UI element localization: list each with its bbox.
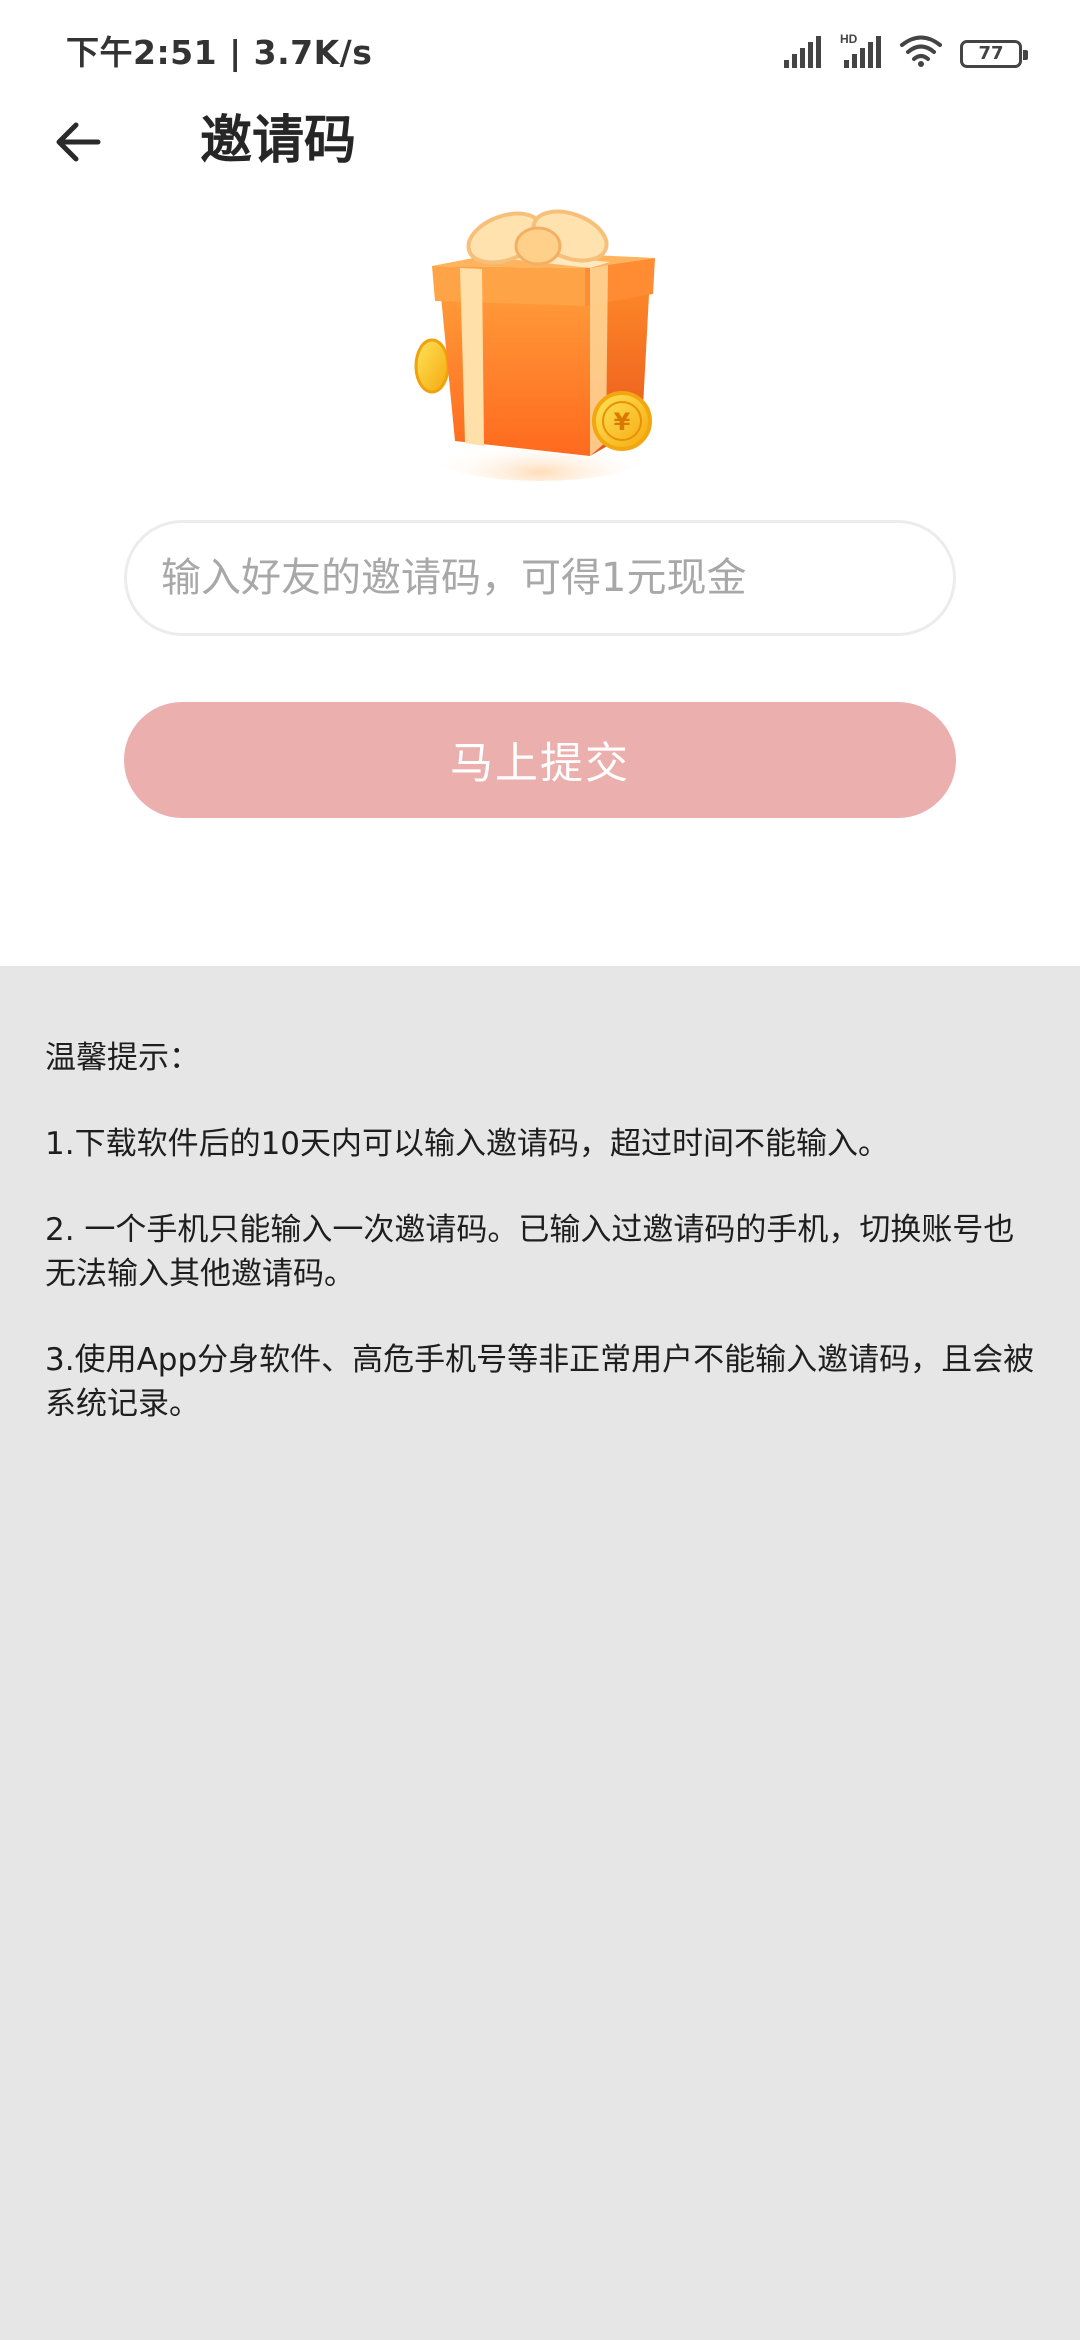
app-header: 邀请码 [0, 96, 1080, 186]
coin-symbol: ¥ [614, 408, 631, 436]
hd-signal-icon: HD [840, 32, 881, 68]
battery-level: 77 [978, 43, 1004, 64]
status-bar: 下午2:51 | 3.7K/s HD 77 [0, 0, 1080, 96]
submit-button[interactable]: 马上提交 [124, 702, 956, 818]
invite-code-input[interactable] [124, 520, 956, 636]
tip-item: 3.使用App分身软件、高危手机号等非正常用户不能输入邀请码，且会被系统记录。 [45, 1342, 1035, 1422]
gift-box-icon: ¥ [414, 209, 655, 481]
page-title: 邀请码 [200, 111, 357, 171]
tips-panel: 温馨提示： 1.下载软件后的10天内可以输入邀请码，超过时间不能输入。 2. 一… [0, 966, 1080, 2340]
svg-text:HD: HD [840, 32, 858, 46]
tips-heading: 温馨提示： [45, 1040, 200, 1076]
battery-icon: 77 [960, 40, 1028, 68]
tips-content: 温馨提示： 1.下载软件后的10天内可以输入邀请码，超过时间不能输入。 2. 一… [45, 1036, 1035, 1468]
back-arrow-icon[interactable] [50, 114, 106, 170]
wifi-icon [900, 35, 942, 67]
tip-item: 1.下载软件后的10天内可以输入邀请码，超过时间不能输入。 [45, 1126, 890, 1162]
status-time: 下午2:51 | 3.7K/s [66, 33, 373, 72]
status-icons: HD 77 [782, 28, 1028, 68]
tip-item: 2. 一个手机只能输入一次邀请码。已输入过邀请码的手机，切换账号也无法输入其他邀… [45, 1212, 1015, 1292]
signal-icon [784, 36, 821, 68]
